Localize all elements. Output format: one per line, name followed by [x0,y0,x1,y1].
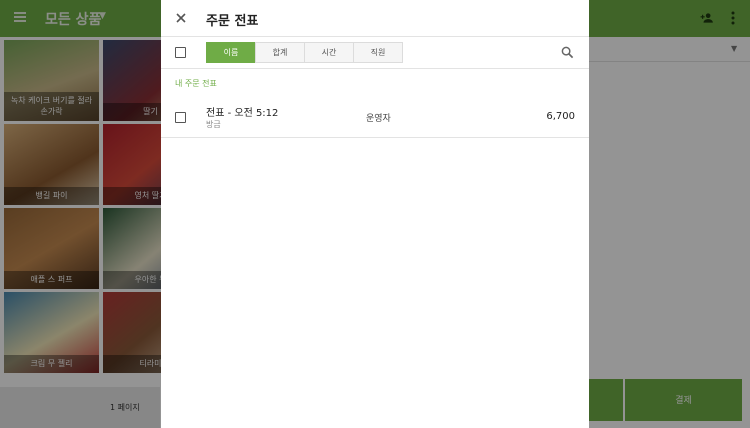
sort-tab-name[interactable]: 이름 [206,42,256,63]
sort-toolbar: 이름 합계 시간 직원 [161,37,589,69]
search-icon[interactable] [561,46,574,59]
drawer-title: 주문 전표 [206,14,259,29]
ticket-amount: 6,700 [546,111,575,122]
order-tickets-drawer: 주문 전표 이름 합계 시간 직원 내 주문 전표 전표 - 오전 5:12 방… [161,0,589,428]
ticket-row[interactable]: 전표 - 오전 5:12 방금 운영자 6,700 [161,97,589,138]
ticket-checkbox[interactable] [175,112,186,123]
close-icon[interactable] [174,11,188,25]
sort-tab-time[interactable]: 시간 [304,42,354,63]
section-label: 내 주문 전표 [175,79,217,88]
ticket-time-ago: 방금 [206,120,221,129]
drawer-header: 주문 전표 [161,0,589,37]
select-all-checkbox[interactable] [175,47,186,58]
ticket-employee: 운영자 [366,114,391,124]
sort-tab-total[interactable]: 합계 [255,42,305,63]
sort-tabs: 이름 합계 시간 직원 [206,42,403,63]
sort-tab-employee[interactable]: 직원 [353,42,403,63]
ticket-name: 전표 - 오전 5:12 [206,108,279,119]
